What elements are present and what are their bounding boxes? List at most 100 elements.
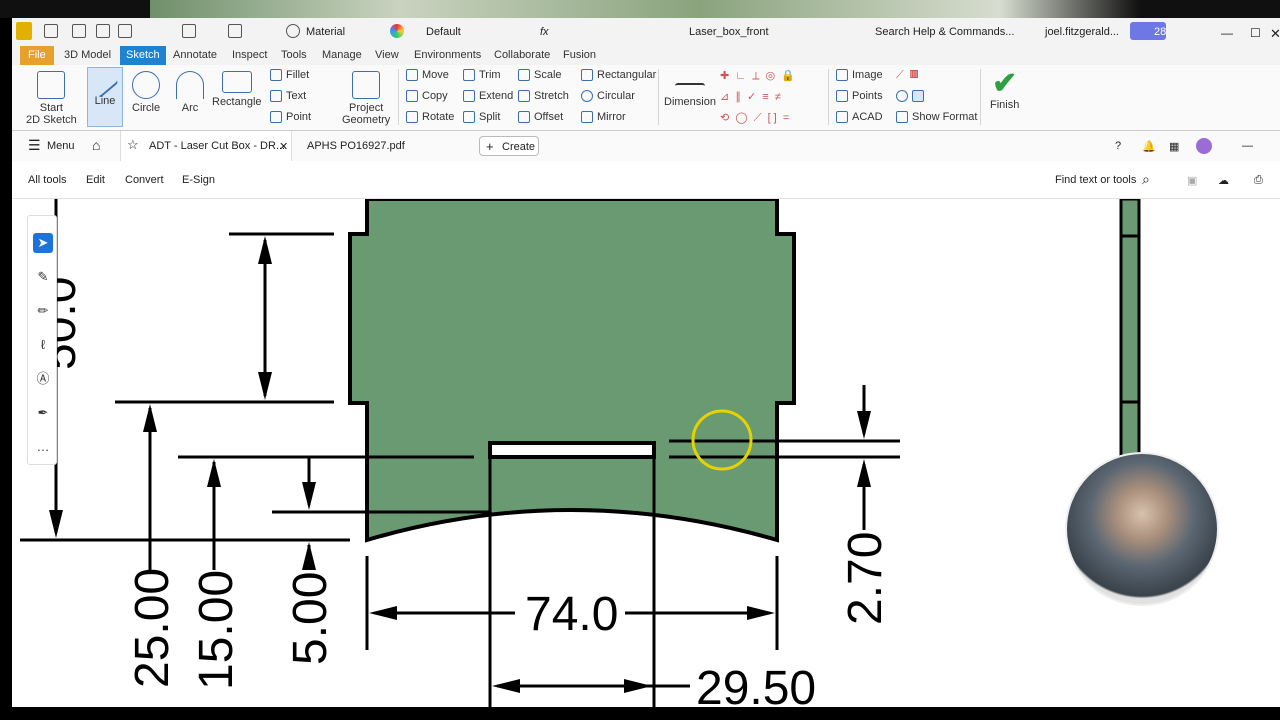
hamburger-menu-icon[interactable]: ☰ <box>28 137 41 154</box>
minimize-panel-icon[interactable]: — <box>1242 140 1253 152</box>
document-tab-active[interactable]: ☆ ADT - Laser Cut Box - DR... ✕ <box>120 131 292 161</box>
star-icon[interactable]: ☆ <box>127 137 139 153</box>
tab-view[interactable]: View <box>375 49 399 61</box>
close-icon[interactable]: ✕ <box>1270 26 1280 42</box>
scale-button[interactable]: Scale <box>518 69 562 82</box>
notification-bell-icon[interactable]: 🔔 <box>1142 140 1156 153</box>
text-button[interactable]: Text <box>270 90 307 103</box>
project-geometry-button[interactable]: Project Geometry <box>342 71 390 126</box>
tab-sketch[interactable]: Sketch <box>120 46 166 65</box>
document-tab-2[interactable]: APHS PO16927.pdf <box>307 140 405 152</box>
new-file-icon[interactable] <box>44 24 58 38</box>
rectangular-pattern-button[interactable]: Rectangular <box>581 69 657 82</box>
constraint-icons-row1[interactable]: ✚ ∟ ⟂ ◎ 🔒 <box>720 69 795 83</box>
circular-pattern-button[interactable]: Circular <box>581 90 635 103</box>
highlight-icon[interactable]: ✒ <box>33 403 53 423</box>
esign-button[interactable]: E-Sign <box>182 174 215 186</box>
rectangle-icon <box>221 71 252 93</box>
print-icon[interactable]: ⎙ <box>1254 174 1263 187</box>
part-outline <box>348 199 796 543</box>
offset-button[interactable]: Offset <box>518 111 563 124</box>
move-icon <box>406 69 418 82</box>
user-account[interactable]: joel.fitzgerald... <box>1045 26 1119 38</box>
format-icons[interactable]: ⟋ ▦ <box>896 69 919 82</box>
line-button[interactable]: Line <box>87 67 123 127</box>
material-select[interactable]: Material <box>306 26 345 38</box>
fillet-button[interactable]: Fillet <box>270 69 309 82</box>
fx-icon[interactable]: fx <box>540 26 549 38</box>
stretch-button[interactable]: Stretch <box>518 90 569 103</box>
construction-icons[interactable] <box>896 90 928 103</box>
tab-environments[interactable]: Environments <box>414 49 481 61</box>
dimension-button[interactable]: Dimension <box>664 71 716 108</box>
pdf-drawing-canvas[interactable]: 25.00 15.00 5.00 2.70 50.0 74.0 29.50 <box>12 199 1280 707</box>
arc-button[interactable]: Arc <box>176 71 204 114</box>
ribbon-separator <box>658 69 659 125</box>
tab-inspect[interactable]: Inspect <box>232 49 267 61</box>
search-help-field[interactable]: Search Help & Commands... <box>875 26 1014 38</box>
points-button[interactable]: Points <box>836 90 883 103</box>
select-icon[interactable] <box>228 24 242 38</box>
search-icon[interactable]: ⌕ <box>1142 171 1150 188</box>
extend-button[interactable]: Extend <box>463 90 513 103</box>
open-folder-icon[interactable] <box>72 24 86 38</box>
pencil-icon[interactable]: ✏ <box>33 301 53 321</box>
desktop-strip <box>0 0 1280 18</box>
acad-label: ACAD <box>852 111 883 123</box>
split-button[interactable]: Split <box>463 111 500 124</box>
tab-3d-model[interactable]: 3D Model <box>64 49 111 61</box>
inventor-logo-icon[interactable] <box>16 22 32 40</box>
tab-annotate[interactable]: Annotate <box>173 49 217 61</box>
finish-label: Finish <box>990 99 1020 111</box>
rectangular-label: Rectangular <box>597 69 657 81</box>
image-button[interactable]: Image <box>836 69 883 82</box>
find-tools-field[interactable]: Find text or tools <box>1055 174 1136 186</box>
home-icon[interactable] <box>182 24 196 38</box>
mirror-button[interactable]: Mirror <box>581 111 626 124</box>
add-comment-icon[interactable]: ✎ <box>33 267 53 287</box>
finish-sketch-button[interactable]: ✔ Finish <box>990 69 1020 112</box>
help-icon[interactable]: ? <box>1115 140 1121 152</box>
tab-file[interactable]: File <box>20 46 54 65</box>
profile-avatar[interactable] <box>1196 138 1212 154</box>
rotate-button[interactable]: Rotate <box>406 111 454 124</box>
maximize-icon[interactable]: ☐ <box>1250 26 1261 40</box>
select-arrow-icon[interactable]: ➤ <box>33 233 53 253</box>
create-button[interactable]: + Create <box>479 136 539 156</box>
rectangle-button[interactable]: Rectangle <box>212 71 262 108</box>
show-format-button[interactable]: Show Format <box>896 111 977 124</box>
text-label: Text <box>286 90 307 102</box>
edit-button[interactable]: Edit <box>86 174 105 186</box>
tab-manage[interactable]: Manage <box>322 49 362 61</box>
home-icon[interactable]: ⌂ <box>92 137 100 153</box>
mirror-icon <box>581 111 593 124</box>
project-geometry-icon <box>352 71 381 99</box>
more-icon[interactable]: … <box>33 437 53 457</box>
constraint-icons-row3[interactable]: ⟲ ◯ ⟋ [ ] = <box>720 111 789 125</box>
upload-cloud-icon[interactable]: ☁ <box>1218 174 1229 187</box>
close-tab-icon[interactable]: ✕ <box>279 140 288 153</box>
start-2d-sketch-button[interactable]: Start 2D Sketch <box>26 71 77 126</box>
minimize-icon[interactable]: — <box>1221 26 1233 40</box>
lasso-icon[interactable]: ℓ <box>33 335 53 355</box>
text-select-icon[interactable]: Ⓐ <box>33 369 53 389</box>
point-button[interactable]: Point <box>270 111 311 124</box>
convert-button[interactable]: Convert <box>125 174 164 186</box>
tab-tools[interactable]: Tools <box>281 49 307 61</box>
save-icon[interactable]: ▣ <box>1187 174 1197 187</box>
menu-button[interactable]: Menu <box>47 140 75 152</box>
cancel-icon[interactable] <box>286 24 300 38</box>
save-icon[interactable] <box>96 24 110 38</box>
tab-collaborate[interactable]: Collaborate <box>494 49 550 61</box>
undo-icon[interactable] <box>118 24 132 38</box>
appearance-select[interactable]: Default <box>426 26 461 38</box>
acad-button[interactable]: ACAD <box>836 111 883 124</box>
constraint-icons-row2[interactable]: ⊿ ∥ ✓ ≡ ≠ <box>720 90 781 103</box>
move-button[interactable]: Move <box>406 69 449 82</box>
tab-fusion[interactable]: Fusion <box>563 49 596 61</box>
apps-grid-icon[interactable]: ▦ <box>1169 140 1179 153</box>
all-tools-button[interactable]: All tools <box>28 174 67 186</box>
copy-button[interactable]: Copy <box>406 90 448 103</box>
circle-button[interactable]: Circle <box>132 71 160 114</box>
trim-button[interactable]: Trim <box>463 69 501 82</box>
